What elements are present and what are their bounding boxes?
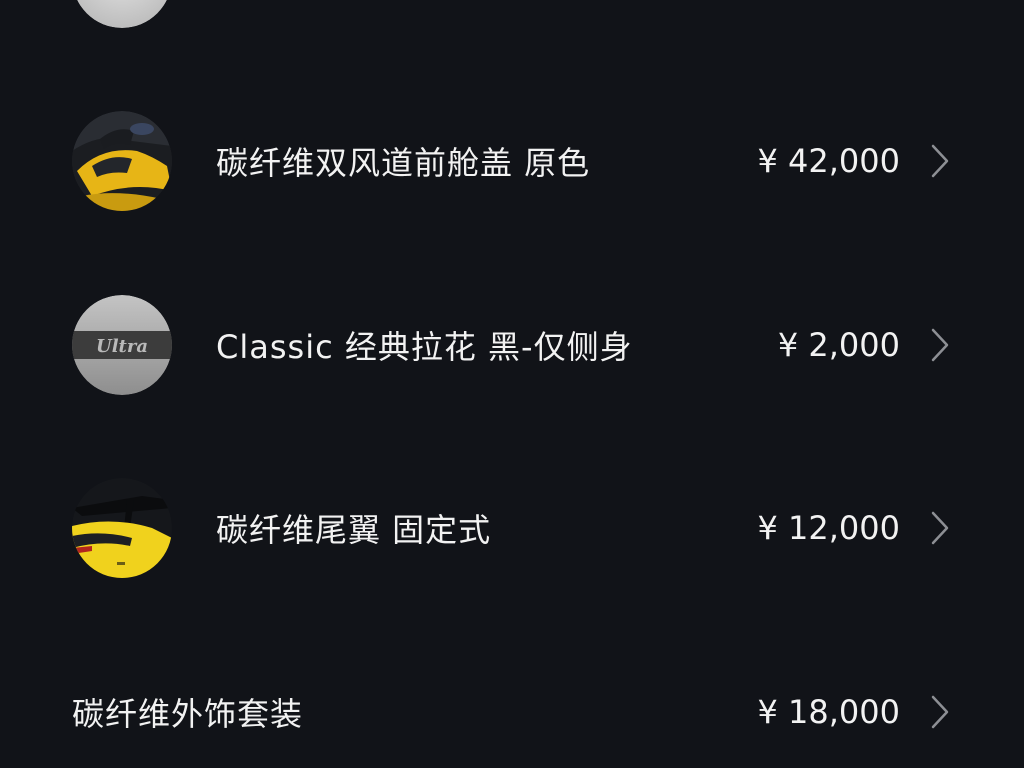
option-title: Classic 经典拉花 黑-仅侧身: [216, 328, 633, 366]
rear-wing-thumbnail: [72, 478, 172, 578]
chevron-right-icon: [931, 511, 949, 545]
item-thumbnail-partial: [72, 0, 172, 28]
options-list-screen: 碳纤维双风道前舱盖 原色 ¥ 42,000 Ultra Classic 经典拉花…: [0, 0, 1024, 768]
option-title: 碳纤维双风道前舱盖 原色: [216, 144, 591, 182]
option-row-rear-wing[interactable]: 碳纤维尾翼 固定式 ¥ 12,000: [0, 478, 1024, 578]
livery-thumb-text: Ultra: [96, 336, 148, 357]
option-title: 碳纤维尾翼 固定式: [216, 511, 492, 549]
front-hood-thumbnail: [72, 111, 172, 211]
chevron-right-icon: [931, 144, 949, 178]
option-price: ¥ 12,000: [757, 509, 901, 547]
option-price: ¥ 2,000: [777, 326, 900, 364]
chevron-right-icon: [931, 695, 949, 729]
livery-thumbnail: Ultra: [72, 295, 172, 395]
option-price: ¥ 42,000: [757, 142, 901, 180]
option-title: 碳纤维外饰套装: [72, 695, 304, 733]
chevron-right-icon: [931, 328, 949, 362]
option-price: ¥ 18,000: [757, 693, 901, 731]
option-row-exterior-kit[interactable]: 碳纤维外饰套装 ¥ 18,000: [0, 662, 1024, 762]
option-row-classic-livery[interactable]: Ultra Classic 经典拉花 黑-仅侧身 ¥ 2,000: [0, 295, 1024, 395]
option-row-front-hood[interactable]: 碳纤维双风道前舱盖 原色 ¥ 42,000: [0, 111, 1024, 211]
